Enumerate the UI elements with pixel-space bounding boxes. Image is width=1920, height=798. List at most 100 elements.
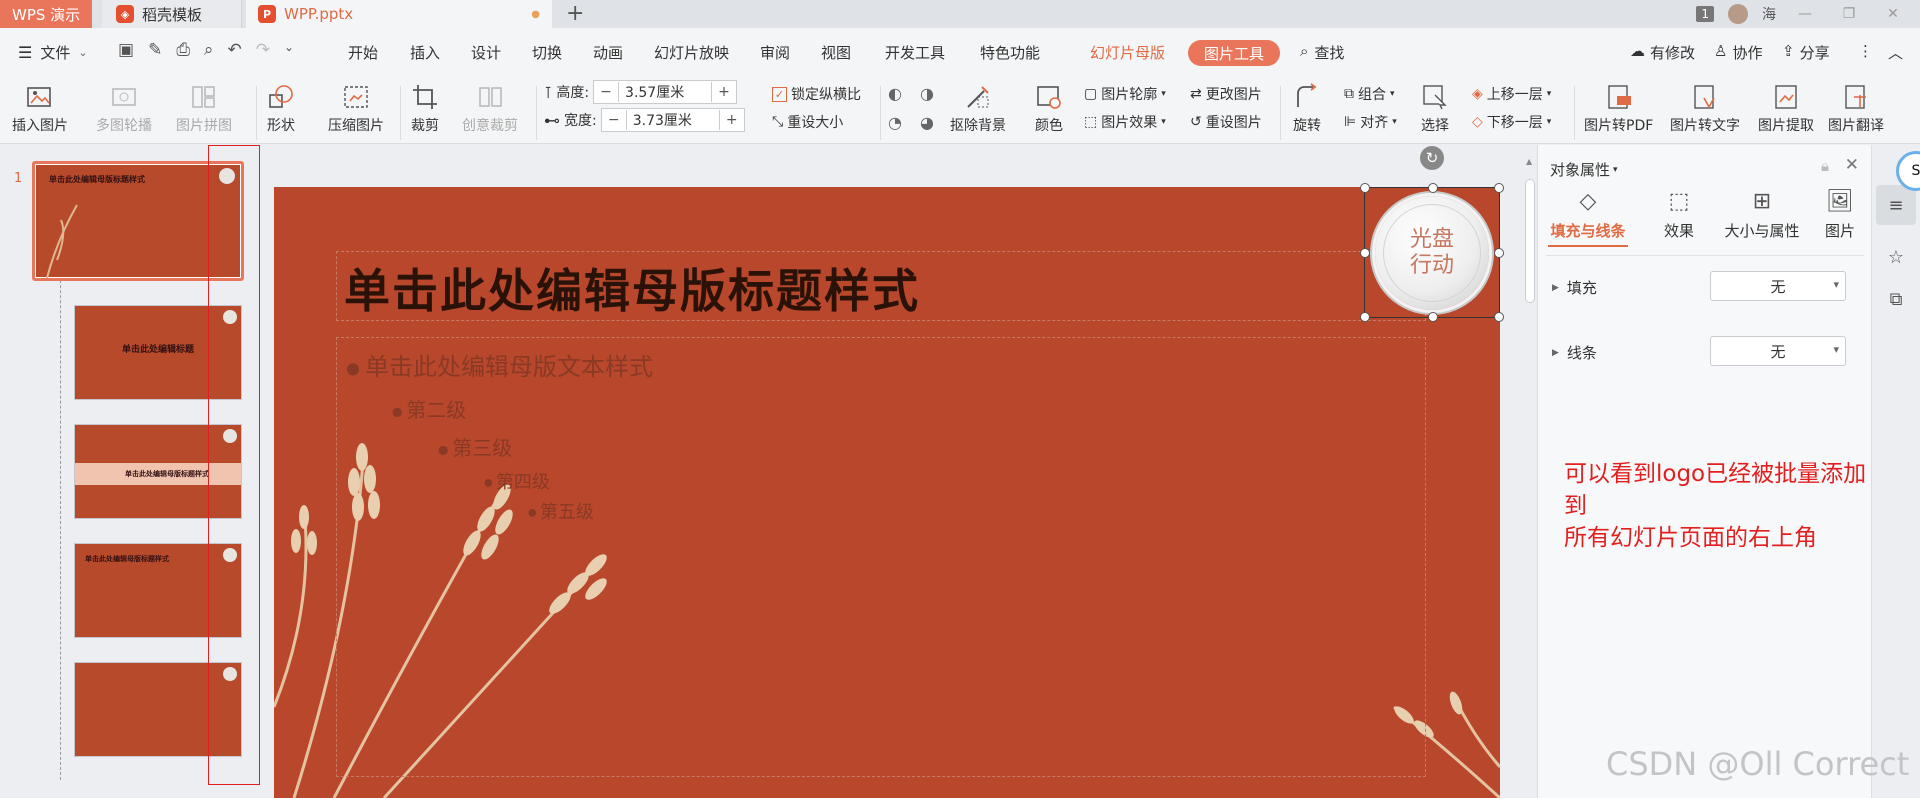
select-button[interactable]: 选择 xyxy=(1420,82,1450,135)
picture-outline-button[interactable]: ▢ 图片轮廓 ▾ xyxy=(1084,84,1166,104)
menu-home[interactable]: 开始 xyxy=(348,42,378,63)
user-name[interactable]: 海 xyxy=(1762,4,1776,24)
width-increment[interactable]: + xyxy=(720,112,744,128)
menu-view[interactable]: 视图 xyxy=(821,42,851,63)
align-button[interactable]: ⊫ 对齐 ▾ xyxy=(1344,112,1397,132)
close-pane-icon[interactable]: ✕ xyxy=(1845,155,1859,175)
height-increment[interactable]: + xyxy=(712,84,736,100)
changes-button[interactable]: ☁ 有修改 xyxy=(1630,42,1695,63)
brightness-up-icon[interactable]: ◐ xyxy=(888,84,912,103)
scrollbar-thumb[interactable] xyxy=(1525,179,1535,303)
properties-sliders-icon[interactable]: ≡ xyxy=(1876,185,1916,225)
contrast-up-icon[interactable]: ◔ xyxy=(888,113,912,132)
file-menu[interactable]: ☰ 文件 ⌄ xyxy=(18,42,88,63)
fill-dropdown[interactable]: 无 ▾ xyxy=(1710,271,1846,301)
menu-insert[interactable]: 插入 xyxy=(410,42,440,63)
redo-icon[interactable]: ↷ xyxy=(256,40,270,60)
picture-to-text-button[interactable]: 图片转文字 xyxy=(1670,82,1740,135)
body-placeholder[interactable] xyxy=(336,337,1426,777)
bring-forward-button[interactable]: ◈ 上移一层 ▾ xyxy=(1472,84,1551,104)
picture-effects-button[interactable]: ⬚ 图片效果 ▾ xyxy=(1084,112,1166,132)
resize-handle-nw[interactable] xyxy=(1360,183,1370,193)
more-options-icon[interactable]: ⋮ xyxy=(1858,42,1873,60)
shape-button[interactable]: 形状 xyxy=(266,82,296,135)
creative-crop-button[interactable]: 创意裁剪 xyxy=(462,82,518,135)
new-tab-plus-icon[interactable]: + xyxy=(566,1,584,26)
height-stepper[interactable]: −3.57厘米 + xyxy=(593,80,738,104)
menu-animations[interactable]: 动画 xyxy=(593,42,623,63)
contrast-down-icon[interactable]: ◕ xyxy=(920,113,944,132)
reset-size-button[interactable]: ⤡ 重设大小 xyxy=(772,112,843,132)
resize-handle-ne[interactable] xyxy=(1494,183,1504,193)
width-stepper[interactable]: −3.73厘米 + xyxy=(600,108,745,132)
menu-transitions[interactable]: 切换 xyxy=(532,42,562,63)
tab-fill-line[interactable]: ◇ 填充与线条 xyxy=(1548,189,1628,247)
menu-slide-master[interactable]: 幻灯片母版 xyxy=(1090,42,1165,63)
remove-background-button[interactable]: 抠除背景 xyxy=(950,82,1006,135)
tab-size-properties[interactable]: ⊞ 大小与属性 xyxy=(1714,189,1810,241)
picture-translate-button[interactable]: 图片翻译 xyxy=(1828,82,1884,135)
format-painter-icon[interactable]: ✎ xyxy=(148,40,162,60)
reset-picture-button[interactable]: ↺ 重设图片 xyxy=(1190,112,1262,132)
slide-scrollbar[interactable]: ▲ xyxy=(1523,155,1537,798)
tab-template[interactable]: ◈ 稻壳模板 xyxy=(102,0,242,28)
close-window-icon[interactable]: ✕ xyxy=(1878,6,1908,22)
lock-icon[interactable]: 🔒︎ xyxy=(1821,157,1829,175)
width-decrement[interactable]: − xyxy=(602,112,626,128)
multi-carousel-button[interactable]: 多图轮播 xyxy=(96,82,152,135)
menu-design[interactable]: 设计 xyxy=(471,42,501,63)
resize-handle-e[interactable] xyxy=(1494,248,1504,258)
customize-toolbar-icon[interactable]: ⌄ xyxy=(284,40,294,60)
undo-icon[interactable]: ↶ xyxy=(227,40,241,60)
height-decrement[interactable]: − xyxy=(594,84,618,100)
tab-document[interactable]: P WPP.pptx ● xyxy=(246,0,552,28)
crop-button[interactable]: 裁剪 xyxy=(410,82,440,135)
collapse-ribbon-icon[interactable]: ︿ xyxy=(1888,42,1903,63)
send-backward-button[interactable]: ◇ 下移一层 ▾ xyxy=(1472,112,1551,132)
app-tab-wps[interactable]: WPS 演示 xyxy=(0,0,92,28)
resize-handle-n[interactable] xyxy=(1428,183,1438,193)
menu-developer[interactable]: 开发工具 xyxy=(885,42,945,63)
animation-star-icon[interactable]: ☆ xyxy=(1876,237,1916,277)
window-count-badge[interactable]: 1 xyxy=(1696,6,1714,22)
logo-image[interactable]: 光盘 行动 xyxy=(1375,196,1489,310)
insert-picture-button[interactable]: 插入图片 xyxy=(12,82,68,135)
compress-picture-button[interactable]: 压缩图片 xyxy=(328,82,384,135)
color-button[interactable]: 颜色 xyxy=(1034,82,1064,135)
group-button[interactable]: ⧉ 组合 ▾ xyxy=(1344,84,1395,104)
width-input[interactable]: 3.73厘米 xyxy=(625,110,720,130)
line-section-toggle[interactable]: ▶ 线条 xyxy=(1552,342,1597,363)
menu-review[interactable]: 审阅 xyxy=(760,42,790,63)
resize-handle-s[interactable] xyxy=(1428,312,1438,322)
logo-selection-box[interactable]: 光盘 行动 xyxy=(1360,183,1504,322)
search-button[interactable]: ⌕ 查找 xyxy=(1300,42,1344,63)
menu-features[interactable]: 特色功能 xyxy=(980,42,1040,63)
fill-section-toggle[interactable]: ▶ 填充 xyxy=(1552,277,1597,298)
resize-handle-w[interactable] xyxy=(1360,248,1370,258)
share-button[interactable]: ⇪ 分享 xyxy=(1782,42,1830,63)
scroll-up-icon[interactable]: ▲ xyxy=(1526,157,1532,166)
maximize-icon[interactable]: ❐ xyxy=(1834,6,1864,22)
lock-ratio-checkbox[interactable]: ✓ 锁定纵横比 xyxy=(772,84,861,104)
resize-handle-se[interactable] xyxy=(1494,312,1504,322)
brightness-down-icon[interactable]: ◑ xyxy=(920,84,944,103)
height-input[interactable]: 3.57厘米 xyxy=(618,82,713,102)
picture-to-pdf-button[interactable]: 图片转PDF xyxy=(1584,82,1653,135)
transition-icon[interactable]: ⧉ xyxy=(1876,279,1916,319)
save-icon[interactable]: ▣ xyxy=(118,40,134,60)
tab-effects[interactable]: ⬚ 效果 xyxy=(1644,189,1714,241)
tab-picture[interactable]: 🖼︎ 图片 xyxy=(1812,189,1868,241)
change-picture-button[interactable]: ⇄ 更改图片 xyxy=(1190,84,1262,104)
minimize-icon[interactable]: — xyxy=(1790,6,1820,22)
picture-collage-button[interactable]: 图片拼图 xyxy=(176,82,232,135)
print-preview-icon[interactable]: ⌕ xyxy=(204,40,214,60)
line-dropdown[interactable]: 无 ▾ xyxy=(1710,336,1846,366)
avatar[interactable] xyxy=(1728,4,1748,24)
collaborate-button[interactable]: ♙ 协作 xyxy=(1714,42,1762,63)
slide-canvas[interactable]: 单击此处编辑母版标题样式 ● 单击此处编辑母版文本样式 ● 第二级 ● 第三级 … xyxy=(274,187,1500,798)
print-icon[interactable]: ⎙ xyxy=(176,40,190,60)
picture-extract-button[interactable]: 图片提取 xyxy=(1758,82,1814,135)
resize-handle-sw[interactable] xyxy=(1360,312,1370,322)
rotate-button[interactable]: 旋转 xyxy=(1292,82,1322,135)
menu-slideshow[interactable]: 幻灯片放映 xyxy=(654,42,729,63)
